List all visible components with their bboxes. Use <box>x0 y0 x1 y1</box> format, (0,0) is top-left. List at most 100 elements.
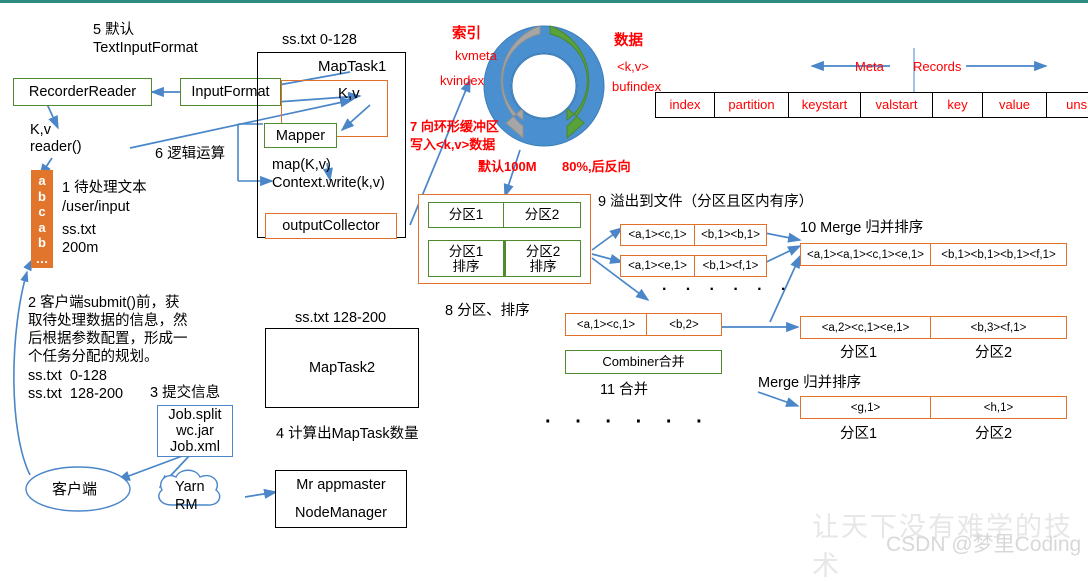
maptask1-title: MapTask1 <box>318 58 387 75</box>
job-xml-text: Job.xml <box>170 439 220 455</box>
step2-line1: 2 客户端submit()前，获 <box>28 295 180 311</box>
kv-reader-line1: K,v <box>30 122 51 138</box>
input-letter: b <box>38 235 46 250</box>
maptask2-container: MapTask2 <box>265 328 419 408</box>
wc-jar-text: wc.jar <box>176 423 214 439</box>
merged-part2[interactable]: <b,1><b,1><b,1><f,1> <box>931 243 1067 266</box>
spill-file-3: <a,1><c,1> <b,2> <box>565 313 722 336</box>
bufindex-label: bufindex <box>612 79 662 94</box>
step5-label-line2: TextInputFormat <box>93 40 198 56</box>
merged-part1[interactable]: <a,1><a,1><c,1><e,1> <box>800 243 931 266</box>
step1-size: 200m <box>62 240 99 256</box>
step1-file: ss.txt <box>62 222 96 238</box>
spill2-part1[interactable]: <a,1><e,1> <box>620 255 695 277</box>
buffer-default-size: 默认100M <box>478 159 537 174</box>
buffer-threshold: 80%,后反向 <box>562 159 631 174</box>
result2-partition1-label: 分区1 <box>840 426 878 442</box>
step1-title: 1 待处理文本 <box>62 180 147 196</box>
mr-appmaster-text: Mr appmaster <box>296 477 386 493</box>
kv-pair-label: <k,v> <box>617 59 649 74</box>
step8-label: 8 分区、排序 <box>445 303 530 319</box>
maptask2-title: MapTask2 <box>308 360 376 376</box>
kvindex-label: kvindex <box>440 73 485 88</box>
yarn-label-line1: Yarn <box>175 479 205 495</box>
step3-label: 3 提交信息 <box>150 385 221 401</box>
input-letter: a <box>38 219 46 235</box>
result2-partition2-label: 分区2 <box>975 426 1013 442</box>
step1-path: /user/input <box>62 199 130 215</box>
input-letter: a <box>38 173 46 188</box>
step2-line4: 个任务分配的规划。 <box>28 349 159 365</box>
meta-records-table: index partition keystart valstart key va… <box>655 92 1088 118</box>
map-call-line2: Context.write(k,v) <box>272 175 385 191</box>
partition2-box[interactable]: 分区2 <box>504 202 581 228</box>
output-collector-box[interactable]: outputCollector <box>265 213 397 239</box>
cell-unsued: unsued <box>1047 92 1088 118</box>
partition2-sorted-box[interactable]: 分区2 排序 <box>504 240 581 277</box>
step5-label-line1: 5 默认 <box>93 22 135 38</box>
result2-part2[interactable]: <h,1> <box>931 396 1067 419</box>
bottom-dots: · · · · · · <box>545 411 712 433</box>
mapper-box[interactable]: Mapper <box>264 123 337 148</box>
nodemanager-text: NodeManager <box>295 505 387 521</box>
step4-label: 4 计算出MapTask数量 <box>276 426 419 442</box>
spill3-part1[interactable]: <a,1><c,1> <box>565 313 647 336</box>
kv-reader-line2: reader() <box>30 139 82 155</box>
step9-label: 9 溢出到文件（分区且区内有序） <box>598 194 814 210</box>
step2-line3: 后根据参数配置，形成一 <box>28 331 188 347</box>
top-accent-bar <box>0 0 1088 3</box>
combiner-box[interactable]: Combiner合并 <box>565 350 722 374</box>
partition1-sorted-title: 分区1 <box>448 243 484 259</box>
spill1-part2[interactable]: <b,1><b,1> <box>695 224 767 246</box>
result2-part1[interactable]: <g,1> <box>800 396 931 419</box>
kvmeta-label: kvmeta <box>455 48 497 63</box>
input-text-block: a b c a b … <box>31 170 53 268</box>
result1-part2[interactable]: <b,3><f,1> <box>931 316 1067 339</box>
step7-line1: 7 向环形缓冲区 <box>410 119 499 134</box>
step6-label: 6 逻辑运算 <box>155 146 226 162</box>
partition2-sorted-sub: 排序 <box>529 258 557 274</box>
records-label: Records <box>913 59 962 74</box>
spill1-part1[interactable]: <a,1><c,1> <box>620 224 695 246</box>
spill-file-1: <a,1><c,1> <b,1><b,1> <box>620 224 767 246</box>
input-letter: … <box>35 250 49 266</box>
index-label: 索引 <box>452 26 481 42</box>
step2-split1: ss.txt 0-128 <box>28 368 107 384</box>
maptask1-kv-label: K,v <box>338 85 360 102</box>
cell-keystart: keystart <box>789 92 861 118</box>
result1-partition2-label: 分区2 <box>975 345 1013 361</box>
watermark-credit: CSDN @梦里Coding <box>886 533 1082 556</box>
maptask2-split-label: ss.txt 128-200 <box>295 310 387 326</box>
result1-part1[interactable]: <a,2><c,1><e,1> <box>800 316 931 339</box>
maptask1-split-label: ss.txt 0-128 <box>282 32 357 48</box>
spill3-part2[interactable]: <b,2> <box>647 313 722 336</box>
yarn-label-line2: RM <box>175 497 198 513</box>
cell-key: key <box>933 92 983 118</box>
client-label: 客户端 <box>52 481 98 498</box>
result1-row: <a,2><c,1><e,1> <b,3><f,1> <box>800 316 1067 339</box>
job-submit-box[interactable]: Job.split wc.jar Job.xml <box>157 405 233 457</box>
cell-partition: partition <box>715 92 789 118</box>
partition1-sorted-box[interactable]: 分区1 排序 <box>428 240 504 277</box>
recorder-reader-box[interactable]: RecorderReader <box>13 78 152 106</box>
map-call-line1: map(K,v) <box>272 157 331 173</box>
step11-label: 11 合并 <box>600 382 649 398</box>
step2-line2: 取待处理数据的信息，然 <box>28 313 188 329</box>
appmaster-box[interactable]: Mr appmaster NodeManager <box>275 470 407 528</box>
cell-value: value <box>983 92 1047 118</box>
result2-row: <g,1> <h,1> <box>800 396 1067 419</box>
input-letter: c <box>38 204 46 219</box>
spill-dots: · · · · · · <box>662 281 794 298</box>
cell-index: index <box>655 92 715 118</box>
diagram-canvas: 5 默认 TextInputFormat RecorderReader Inpu… <box>0 0 1088 582</box>
meta-label: Meta <box>855 59 884 74</box>
partition1-box[interactable]: 分区1 <box>428 202 504 228</box>
partition2-sorted-title: 分区2 <box>525 243 561 259</box>
spill-file-2: <a,1><e,1> <b,1><f,1> <box>620 255 767 277</box>
step2-split2: ss.txt 128-200 <box>28 386 124 402</box>
spill2-part2[interactable]: <b,1><f,1> <box>695 255 767 277</box>
cell-valstart: valstart <box>861 92 933 118</box>
input-letter: b <box>38 188 46 204</box>
step7-line2: 写入<k,v>数据 <box>410 137 496 152</box>
merge2-label: Merge 归并排序 <box>758 375 862 391</box>
